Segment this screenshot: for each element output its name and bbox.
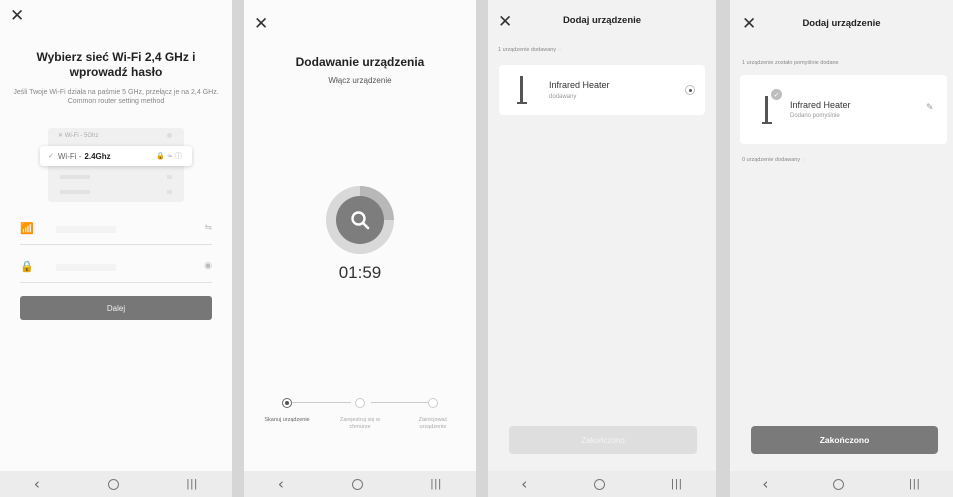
system-navbar: ‹ ||| [0, 471, 232, 497]
back-icon[interactable]: ‹ [762, 475, 768, 493]
lock-icon: 🔒 [20, 260, 34, 273]
eye-icon[interactable]: ◉ [204, 261, 212, 271]
home-icon[interactable] [593, 478, 605, 490]
scan-progress-ring [326, 186, 394, 254]
step-label-init: Zainicjować urządzenie [418, 417, 448, 430]
back-icon[interactable]: ‹ [278, 475, 284, 493]
wifi-row-5ghz: ✕ Wi-Fi - 5Ghz [58, 133, 99, 139]
recent-apps-icon[interactable]: ||| [430, 478, 442, 490]
pending-label: 0 urządzenie dodawany ◌ [742, 157, 806, 163]
loading-icon: ◌ [802, 157, 806, 163]
device-name: Infrared Heater [790, 100, 851, 110]
step-dot-register [355, 398, 365, 408]
wifi-band-illustration: ✕ Wi-Fi - 5Ghz ✓ Wi-Fi - 2.4Ghz 🔒 ≈ ⓘ [40, 128, 192, 202]
progress-indicator-icon [685, 85, 695, 95]
step-label-scan: Skanuj urządzenie [264, 417, 310, 423]
wifi-password-value [56, 264, 116, 271]
page-title: Dodawanie urządzenia [295, 55, 425, 69]
device-status: dodawany [549, 94, 577, 100]
back-icon[interactable]: ‹ [521, 475, 527, 493]
recent-apps-icon[interactable]: ||| [909, 478, 921, 490]
placeholder-line [167, 175, 172, 179]
check-icon: ✓ [48, 152, 54, 160]
wifi-ssid-value [56, 226, 116, 233]
wifi-row-24ghz: ✓ Wi-Fi - 2.4Ghz 🔒 ≈ ⓘ [40, 146, 192, 166]
system-navbar: ‹ ||| [488, 471, 716, 497]
wifi-ssid-field[interactable]: 📶 ⇋ [20, 215, 212, 245]
home-icon[interactable] [833, 478, 845, 490]
screen-select-wifi: ✕ Wybierz sieć Wi-Fi 2,4 GHz i wprowadź … [0, 0, 232, 497]
swap-network-icon[interactable]: ⇋ [204, 223, 212, 233]
section-label: 1 urządzenie dodawany ◌ [498, 47, 562, 53]
device-card[interactable]: Infrared Heater dodawany [499, 65, 705, 115]
system-navbar: ‹ ||| [730, 471, 953, 497]
device-status: Dodano pomyślnie [790, 113, 840, 119]
home-icon[interactable] [351, 478, 363, 490]
wifi-icon: 📶 [20, 222, 34, 235]
placeholder-line [167, 190, 172, 194]
screen-add-device-in-progress: ✕ Dodaj urządzenie 1 urządzenie dodawany… [488, 0, 716, 497]
page-subtitle: Jeśli Twoje Wi-Fi działa na paśmie 5 GHz… [13, 89, 219, 105]
recent-apps-icon[interactable]: ||| [186, 478, 198, 490]
close-icon[interactable]: ✕ [10, 6, 24, 26]
placeholder-line [60, 175, 90, 179]
search-icon [336, 196, 384, 244]
progress-steps [274, 398, 446, 408]
edit-icon[interactable]: ✎ [926, 103, 934, 113]
step-connector [289, 402, 351, 403]
page-title: Dodaj urządzenie [562, 15, 642, 26]
page-subtitle: Włącz urządzenie [328, 76, 392, 85]
close-icon[interactable]: ✕ [254, 14, 268, 34]
back-icon[interactable]: ‹ [34, 475, 40, 493]
placeholder-line [60, 190, 90, 194]
wifi-row-5ghz-dot [167, 133, 172, 138]
home-icon[interactable] [107, 478, 119, 490]
device-card[interactable]: ✓ Infrared Heater Dodano pomyślnie ✎ [740, 75, 947, 144]
system-navbar: ‹ ||| [244, 471, 476, 497]
next-button[interactable]: Dalej [20, 296, 212, 320]
heater-icon [762, 96, 772, 124]
countdown-timer: 01:59 [338, 263, 382, 282]
check-icon: ✓ [771, 89, 782, 100]
heater-icon [517, 76, 527, 104]
done-button[interactable]: Zakończono [751, 426, 938, 454]
step-label-register: Zarejestruj się w chmurze [339, 417, 381, 430]
done-button[interactable]: Zakończono [509, 426, 697, 454]
recent-apps-icon[interactable]: ||| [671, 478, 683, 490]
page-title: Wybierz sieć Wi-Fi 2,4 GHz i wprowadź ha… [36, 50, 196, 79]
wifi-status-icons: 🔒 ≈ ⓘ [155, 152, 182, 160]
step-dot-scan [282, 398, 292, 408]
section-label: 1 urządzenie zostało pomyślnie dodane [742, 60, 839, 66]
wifi-password-field[interactable]: 🔒 ◉ [20, 253, 212, 283]
screen-add-device-success: ✕ Dodaj urządzenie 1 urządzenie zostało … [730, 0, 953, 497]
step-connector [371, 402, 433, 403]
loading-icon: ◌ [558, 47, 562, 53]
device-name: Infrared Heater [549, 80, 610, 90]
page-title: Dodaj urządzenie [802, 18, 881, 29]
screen-adding-device: ✕ Dodawanie urządzenia Włącz urządzenie … [244, 0, 476, 497]
step-dot-init [428, 398, 438, 408]
